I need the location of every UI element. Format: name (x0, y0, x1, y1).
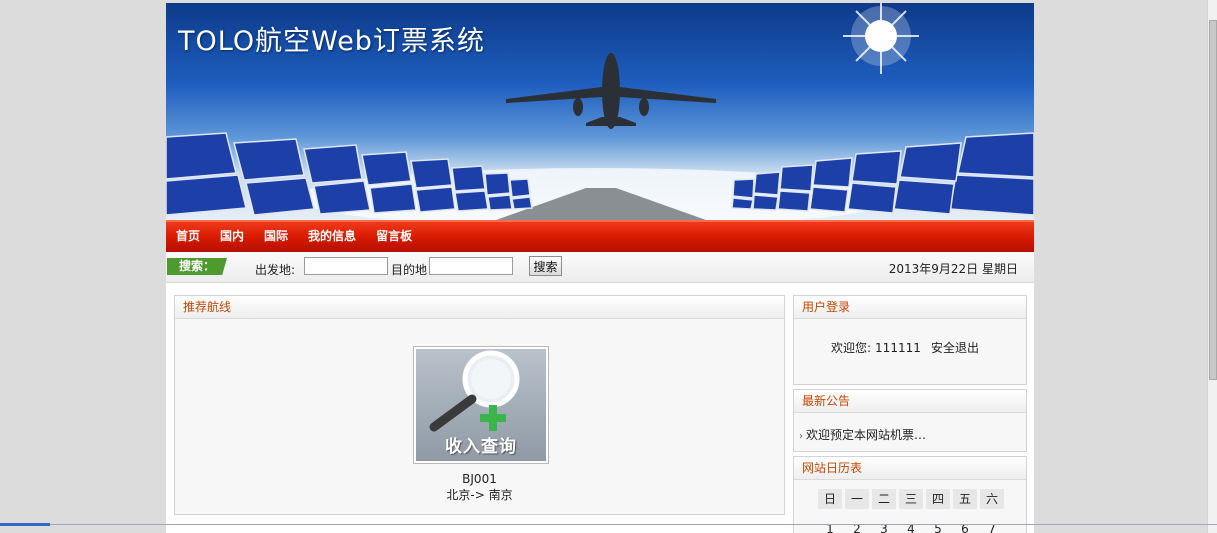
notice-item[interactable]: › 欢迎预定本网站机票… (799, 426, 926, 443)
latest-notice-title: 最新公告 (794, 390, 1026, 413)
calendar-day[interactable]: 5 (926, 519, 950, 533)
calendar-day[interactable]: 2 (845, 519, 869, 533)
calendar-weekday-row: 日 一 二 三 四 五 六 (818, 489, 1007, 509)
route-code[interactable]: BJ001 (175, 472, 784, 486)
taskbar-accent (0, 523, 50, 526)
username: 111111 (875, 341, 921, 355)
nav-item-my-info[interactable]: 我的信息 (298, 222, 366, 252)
calendar-weekday: 五 (953, 489, 977, 509)
site-calendar-panel: 网站日历表 日 一 二 三 四 五 六 1 2 3 4 5 6 7 (793, 456, 1027, 533)
user-login-panel: 用户登录 欢迎您: 111111 安全退出 (793, 295, 1027, 385)
calendar-day[interactable]: 3 (872, 519, 896, 533)
departure-label: 出发地: (255, 263, 296, 277)
content-area: 推荐航线 收入查询 BJ001 北京-> 南京 用户登录 欢迎您: 111111… (166, 287, 1034, 533)
route-image[interactable]: 收入查询 (413, 346, 549, 464)
departure-input[interactable] (304, 257, 388, 275)
route-image-caption: 收入查询 (445, 437, 517, 457)
nav-item-domestic[interactable]: 国内 (210, 222, 254, 252)
logout-link[interactable]: 安全退出 (931, 339, 979, 356)
main-nav: 首页 国内 国际 我的信息 留言板 (166, 220, 1034, 252)
calendar-weekday: 一 (845, 489, 869, 509)
header-banner: TOLO航空Web订票系统 (166, 3, 1034, 220)
current-date: 2013年9月22日 星期日 (888, 262, 1018, 276)
arrow-right-icon: › (799, 431, 803, 442)
nav-item-international[interactable]: 国际 (254, 222, 298, 252)
site-calendar-title: 网站日历表 (794, 457, 1026, 480)
user-login-title: 用户登录 (794, 296, 1026, 319)
vertical-scrollbar[interactable] (1207, 0, 1217, 533)
destination-label: 目的地 (391, 263, 428, 277)
welcome-label: 欢迎您: (831, 341, 872, 355)
calendar-weekday: 三 (899, 489, 923, 509)
search-bar: 搜索： 出发地: 目的地 搜索 2013年9月22日 星期日 (166, 252, 1034, 283)
scrollbar-thumb[interactable] (1209, 20, 1217, 380)
calendar-day[interactable]: 7 (980, 519, 1004, 533)
calendar-day[interactable]: 6 (953, 519, 977, 533)
route-thumbnail: 收入查询 (416, 349, 546, 461)
latest-notice-panel: 最新公告 › 欢迎预定本网站机票… (793, 389, 1027, 452)
calendar-day[interactable]: 4 (899, 519, 923, 533)
calendar-weekday: 日 (818, 489, 842, 509)
nav-item-message-board[interactable]: 留言板 (366, 222, 422, 252)
notice-item-text: 欢迎预定本网站机票… (806, 428, 927, 442)
taskbar-edge (0, 524, 1217, 525)
site-title: TOLO航空Web订票系统 (178, 26, 485, 57)
route-path[interactable]: 北京-> 南京 (175, 486, 784, 503)
destination-input[interactable] (429, 257, 513, 275)
recommended-routes-title: 推荐航线 (175, 296, 784, 319)
page: TOLO航空Web订票系统 首页 国内 国际 我的信息 留言板 搜索： 出发地:… (166, 3, 1034, 533)
calendar-weekday: 四 (926, 489, 950, 509)
search-button[interactable]: 搜索 (529, 256, 562, 276)
nav-item-home[interactable]: 首页 (166, 222, 210, 252)
recommended-routes-panel: 推荐航线 收入查询 BJ001 北京-> 南京 (174, 295, 785, 515)
calendar-day-row: 1 2 3 4 5 6 7 (818, 519, 1007, 533)
calendar-day[interactable]: 1 (818, 519, 842, 533)
search-tag: 搜索： (167, 258, 227, 275)
welcome-text: 欢迎您: 111111 (831, 339, 921, 356)
calendar-weekday: 六 (980, 489, 1004, 509)
calendar-weekday: 二 (872, 489, 896, 509)
